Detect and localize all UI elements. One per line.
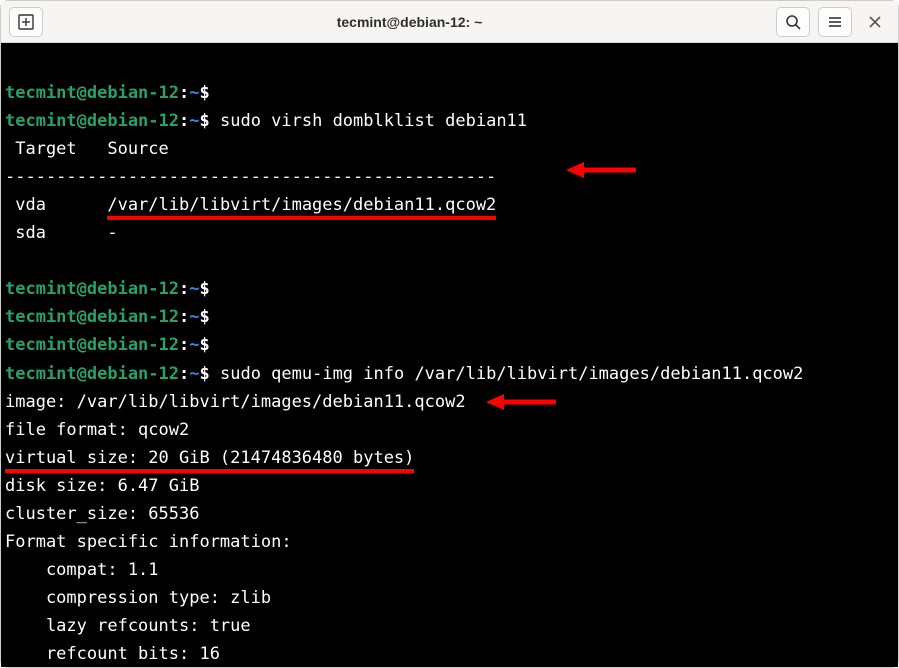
- output-lazy-refcounts-line: lazy refcounts: true: [5, 616, 251, 636]
- table-header: Target Source: [5, 139, 169, 159]
- command-text: sudo virsh domblklist debian11: [210, 111, 527, 131]
- prompt-userhost: tecmint@debian-12: [5, 335, 179, 355]
- prompt-dollar: $: [200, 335, 210, 355]
- source-vda-path: /var/lib/libvirt/images/debian11.qcow2: [107, 195, 496, 220]
- annotation-arrow-icon: [566, 160, 636, 180]
- output-cluster-size-line: cluster_size: 65536: [5, 504, 199, 524]
- prompt-dollar: $: [200, 111, 210, 131]
- prompt-path: ~: [189, 111, 199, 131]
- hamburger-icon: [827, 14, 843, 30]
- table-row: sda -: [5, 223, 118, 243]
- window-titlebar: tecmint@debian-12: ~: [1, 1, 898, 43]
- command-text: sudo qemu-img info /var/lib/libvirt/imag…: [210, 364, 804, 384]
- annotation-arrow-icon: [486, 392, 556, 412]
- output-compat-line: compat: 1.1: [5, 560, 159, 580]
- output-image-line: image: /var/lib/libvirt/images/debian11.…: [5, 392, 466, 412]
- prompt-dollar: $: [200, 307, 210, 327]
- prompt-userhost: tecmint@debian-12: [5, 364, 179, 384]
- terminal-output[interactable]: tecmint@debian-12:~$ tecmint@debian-12:~…: [1, 43, 898, 667]
- output-refcount-bits-line: refcount bits: 16: [5, 644, 220, 664]
- output-format-line: file format: qcow2: [5, 420, 189, 440]
- prompt-path: ~: [189, 364, 199, 384]
- hamburger-menu-button[interactable]: [818, 7, 852, 37]
- prompt-colon: :: [179, 307, 189, 327]
- prompt-colon: :: [179, 279, 189, 299]
- prompt-line: tecmint@debian-12:~$: [5, 279, 210, 299]
- prompt-dollar: $: [200, 364, 210, 384]
- prompt-path: ~: [189, 279, 199, 299]
- output-compression-type-line: compression type: zlib: [5, 588, 271, 608]
- prompt-line: tecmint@debian-12:~$: [5, 335, 210, 355]
- prompt-userhost: tecmint@debian-12: [5, 83, 179, 103]
- search-icon: [785, 14, 801, 30]
- prompt-path: ~: [189, 83, 199, 103]
- search-button[interactable]: [776, 7, 810, 37]
- table-row: vda /var/lib/libvirt/images/debian11.qco…: [5, 195, 496, 220]
- prompt-colon: :: [179, 83, 189, 103]
- prompt-line: tecmint@debian-12:~$ sudo qemu-img info …: [5, 364, 803, 384]
- new-tab-button[interactable]: [9, 7, 43, 37]
- prompt-userhost: tecmint@debian-12: [5, 111, 179, 131]
- plus-box-icon: [18, 14, 34, 30]
- output-virtual-size-line: virtual size: 20 GiB (21474836480 bytes): [5, 448, 414, 473]
- prompt-dollar: $: [200, 83, 210, 103]
- prompt-colon: :: [179, 335, 189, 355]
- output-format-specific-header: Format specific information:: [5, 532, 292, 552]
- prompt-line: tecmint@debian-12:~$ sudo virsh domblkli…: [5, 111, 527, 131]
- prompt-colon: :: [179, 111, 189, 131]
- prompt-line: tecmint@debian-12:~$: [5, 83, 210, 103]
- divider-line: ----------------------------------------…: [5, 167, 496, 187]
- prompt-dollar: $: [200, 279, 210, 299]
- prompt-line: tecmint@debian-12:~$: [5, 307, 210, 327]
- prompt-userhost: tecmint@debian-12: [5, 279, 179, 299]
- prompt-userhost: tecmint@debian-12: [5, 307, 179, 327]
- prompt-colon: :: [179, 364, 189, 384]
- target-vda: vda: [5, 195, 107, 215]
- prompt-path: ~: [189, 307, 199, 327]
- window-title: tecmint@debian-12: ~: [51, 14, 768, 30]
- output-disk-size-line: disk size: 6.47 GiB: [5, 476, 199, 496]
- prompt-path: ~: [189, 335, 199, 355]
- close-window-button[interactable]: [860, 7, 890, 37]
- close-icon: [869, 16, 881, 28]
